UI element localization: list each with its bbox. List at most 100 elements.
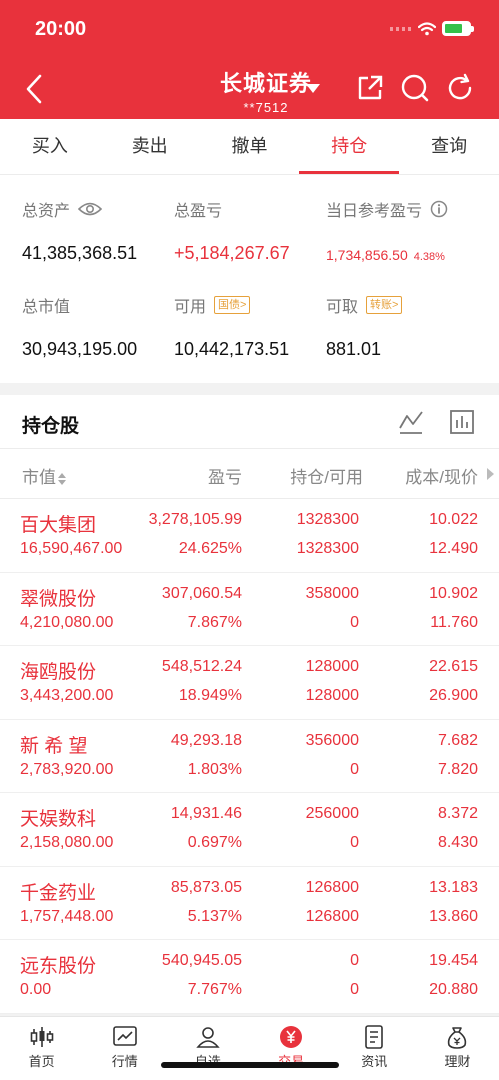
trade-tabs: 买入 卖出 撤单 持仓 查询 [0,119,499,175]
stock-available: 128000 [305,687,359,704]
search-icon[interactable] [399,72,431,104]
nav-news[interactable]: 资讯 [333,1017,416,1080]
eye-icon[interactable] [78,201,103,217]
stock-name: 翠微股份 [20,588,97,610]
column-position[interactable]: 持仓/可用 [290,463,363,488]
day-pl-label: 当日参考盈亏 [326,203,423,220]
chart-icon [112,1026,137,1046]
nav-watchlist[interactable]: 自选 [166,1017,249,1080]
stock-cost: 10.902 [429,584,478,602]
bond-link-tag[interactable]: 国债> [214,296,251,314]
stock-position: 0 [350,952,359,969]
stock-pl: 49,293.18 [170,731,242,749]
account-summary: 总资产 41,385,368.51 总盈亏 +5,184,267.67 当日参考… [0,175,499,383]
back-icon[interactable] [20,72,50,106]
stock-market-value: 4,210,080.00 [20,613,114,631]
stock-available: 0 [350,834,359,851]
holding-row[interactable]: 远东股份 0.00 540,945.05 7.767% 0 0 19.454 2… [0,940,499,1014]
stock-name: 新 希 望 [20,735,88,757]
nav-market[interactable]: 行情 [83,1017,166,1080]
stock-name: 千金药业 [20,882,97,904]
stock-pl: 548,512.24 [161,658,242,675]
tab-holdings[interactable]: 持仓 [299,119,399,174]
stock-pl: 540,945.05 [161,952,242,969]
stock-name: 天娱数科 [20,809,97,830]
available-cell: 可用 国债> 10,442,173.51 [174,293,289,360]
stock-position: 356000 [305,731,359,749]
available-label: 可用 [174,299,207,316]
total-pl-label: 总盈亏 [174,203,223,220]
stock-pl-percent: 0.697% [187,834,242,851]
stock-price: 20.880 [429,981,478,998]
stock-pl-percent: 24.625% [178,540,242,557]
stock-pl-percent: 18.949% [178,687,242,704]
candlestick-icon [30,1027,53,1047]
stock-available: 0 [350,613,359,631]
holding-row[interactable]: 百大集团 16,590,467.00 3,278,105.99 24.625% … [0,499,499,573]
stock-cost: 7.682 [437,731,478,749]
info-icon[interactable] [430,200,448,218]
stock-price: 8.430 [437,834,478,851]
stock-available: 126800 [305,907,359,925]
caret-down-icon[interactable] [304,82,322,94]
total-assets-cell: 总资产 41,385,368.51 [22,197,137,264]
share-icon[interactable] [354,72,386,104]
stock-available: 1328300 [296,540,359,557]
stock-position: 358000 [305,584,359,602]
stock-name: 远东股份 [20,956,97,977]
stock-market-value: 2,158,080.00 [20,834,114,851]
nav-wealth[interactable]: 理财 [416,1017,499,1080]
tab-buy[interactable]: 买入 [0,119,100,174]
holding-row[interactable]: 千金药业 1,757,448.00 85,873.05 5.137% 12680… [0,867,499,940]
day-pl-cell: 当日参考盈亏 1,734,856.50 4.38% [326,197,448,263]
market-value-value: 30,943,195.00 [22,339,138,359]
withdrawable-label: 可取 [326,299,359,316]
stock-position: 128000 [305,658,359,675]
day-pl-value: 1,734,856.50 4.38% [326,247,445,263]
holding-row[interactable]: 翠微股份 4,210,080.00 307,060.54 7.867% 3580… [0,573,499,646]
line-chart-icon[interactable] [397,408,425,436]
holdings-header: 持仓股 [0,395,499,449]
stock-name: 海鸥股份 [20,662,97,683]
tab-cancel[interactable]: 撤单 [200,119,300,174]
stock-market-value: 2,783,920.00 [20,760,114,778]
tab-query[interactable]: 查询 [399,119,499,174]
column-cost-price[interactable]: 成本/现价 [405,463,478,488]
total-assets-label: 总资产 [22,203,71,220]
scroll-right-icon[interactable] [487,468,494,480]
app-header: 20:00 长城证券 **7512 [0,0,499,119]
total-pl-value: +5,184,267.67 [174,243,290,263]
stock-pl: 307,060.54 [161,584,242,602]
stock-pl: 14,931.46 [170,805,242,822]
holdings-list: 百大集团 16,590,467.00 3,278,105.99 24.625% … [0,499,499,1014]
total-assets-value: 41,385,368.51 [22,243,138,263]
holdings-column-header: 市值 盈亏 持仓/可用 成本/现价 [0,449,499,499]
stock-price: 12.490 [429,540,478,557]
column-pl[interactable]: 盈亏 [208,463,242,488]
holding-row[interactable]: 海鸥股份 3,443,200.00 548,512.24 18.949% 128… [0,646,499,720]
account-number: **7512 [243,100,289,115]
nav-news-label: 资讯 [361,1054,388,1069]
person-icon [196,1027,220,1048]
cellular-signal-icon [390,26,412,31]
nav-trade[interactable]: 交易 [250,1017,333,1080]
refresh-icon[interactable] [444,72,476,104]
tab-sell[interactable]: 卖出 [100,119,200,174]
moneybag-icon [448,1027,467,1049]
wifi-icon [418,21,436,35]
column-market-value[interactable]: 市值 [22,463,66,488]
market-value-label: 总市值 [22,299,71,316]
nav-home[interactable]: 首页 [0,1017,83,1080]
holding-row[interactable]: 天娱数科 2,158,080.00 14,931.46 0.697% 25600… [0,793,499,867]
transfer-link-tag[interactable]: 转账> [366,296,403,314]
holding-row[interactable]: 新 希 望 2,783,920.00 49,293.18 1.803% 3560… [0,720,499,793]
stock-market-value: 3,443,200.00 [20,687,114,704]
stock-price: 13.860 [429,907,478,925]
stock-price: 7.820 [437,760,478,778]
stock-name: 百大集团 [20,515,97,536]
stock-cost: 13.183 [429,878,478,896]
nav-market-label: 行情 [111,1054,138,1069]
stock-pl-percent: 7.767% [187,981,242,998]
bar-chart-icon[interactable] [448,408,476,436]
stock-pl: 85,873.05 [170,878,242,896]
